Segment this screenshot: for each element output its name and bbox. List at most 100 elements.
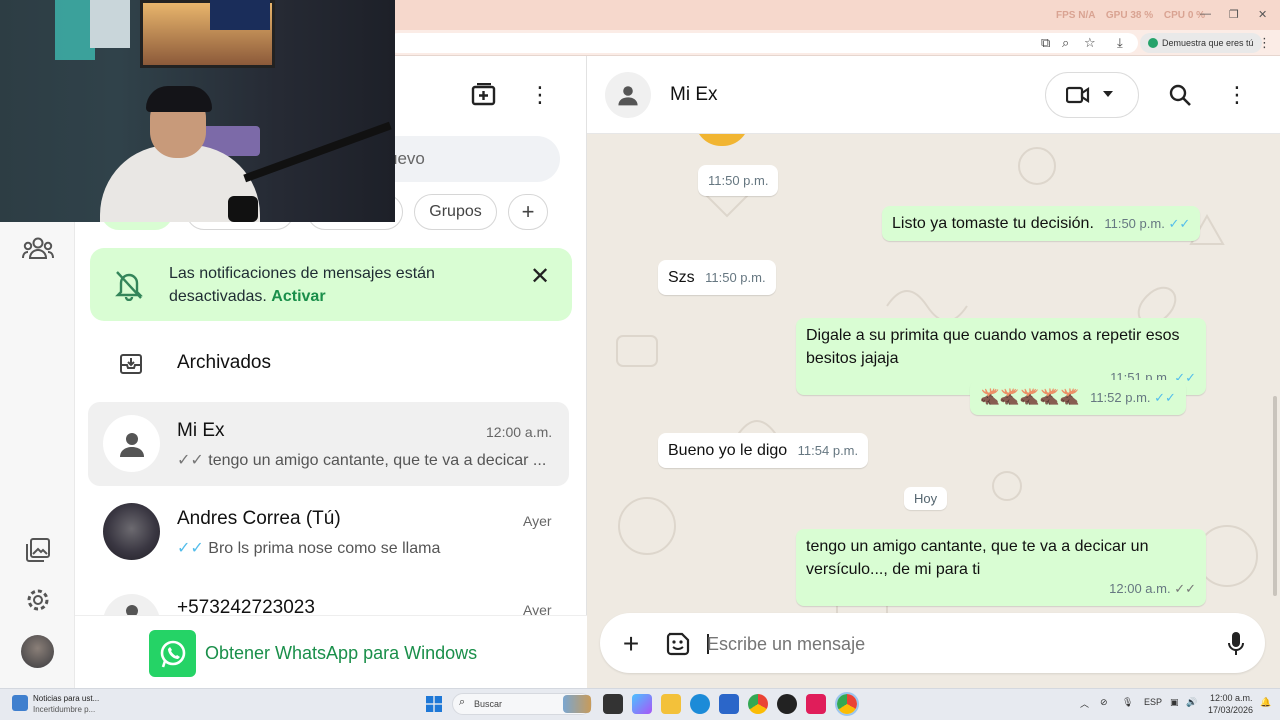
whatsapp-logo-icon [149,630,196,677]
notification-message: Las notificaciones de mensajes están des… [169,262,499,308]
taskbar-search-label: Buscar [474,699,503,709]
profile-avatar[interactable] [21,635,54,668]
contact-avatar[interactable] [605,72,651,118]
message-outgoing: Listo ya tomaste tu decisión. 11:50 p.m.… [882,206,1201,241]
chat-name: Andres Correa (Tú) [177,508,341,529]
contact-photo [103,503,160,560]
message-text: Listo ya tomaste tu decisión. [892,215,1094,232]
capcut-icon[interactable] [806,694,826,714]
search-icon[interactable] [1167,82,1193,108]
minimize-icon[interactable]: — [1200,8,1211,20]
zoom-icon[interactable]: ⌕ [1062,35,1069,51]
video-camera-icon [1065,84,1091,106]
store-icon[interactable] [719,694,739,714]
tray-app-icon[interactable]: ⊘ [1100,697,1108,708]
filter-chip-groups[interactable]: Grupos [414,194,497,230]
chat-scrollbar[interactable] [1273,396,1277,596]
chat-list-menu-icon[interactable]: ⋮ [526,80,554,110]
attach-plus-icon[interactable]: + [617,628,645,659]
tray-mic-icon[interactable]: 🎙 [1122,697,1133,708]
restore-icon[interactable]: ❐ [1229,8,1239,21]
archived-label: Archivados [177,352,271,373]
chat-preview: ✓✓ Bro ls prima nose como se llama [177,538,547,558]
read-ticks-icon: ✓✓ [1154,390,1176,405]
conversation-pane: Mi Ex ⋮ 11:50 p.m. Listo ya tomaste tu d… [587,56,1280,688]
webcam-overlay [0,0,395,222]
message-input[interactable] [707,630,1207,658]
video-call-button[interactable] [1045,72,1139,118]
contact-name[interactable]: Mi Ex [670,84,718,106]
person-cap [146,86,212,112]
chat-preview-text: tengo un amigo cantante, que te va a dec… [208,452,547,469]
delivered-ticks-icon: ✓✓ [1174,581,1196,596]
message-time: 11:50 p.m. [708,173,769,188]
communities-icon[interactable] [18,232,58,264]
default-avatar [103,594,160,615]
perf-overlay: FPS N/A GPU 38 % CPU 0 % [1056,10,1205,21]
default-avatar [103,415,160,472]
tray-network-icon[interactable]: ▣ [1170,697,1179,708]
message-outgoing: tengo un amigo cantante, que te va a dec… [796,529,1206,606]
get-app-label: Obtener WhatsApp para Windows [205,643,478,663]
file-explorer-icon[interactable] [661,694,681,714]
search-input[interactable]: uevo [370,136,560,182]
verify-icon [1148,38,1158,48]
delivered-ticks-icon: ✓✓ [177,452,204,469]
close-window-icon[interactable]: ✕ [1258,8,1267,21]
chevron-down-icon[interactable] [1103,91,1113,97]
message-incoming: 11:50 p.m. [698,165,779,196]
settings-gear-icon[interactable] [22,584,54,616]
message-time: 12:00 a.m. [1109,581,1171,596]
add-filter-button[interactable]: + [508,194,548,230]
bookmark-star-icon[interactable]: ☆ [1084,35,1096,51]
chrome-icon[interactable] [748,694,768,714]
download-icon[interactable]: ⤓ [1117,35,1123,51]
chat-preview: ✓✓ tengo un amigo cantante, que te va a … [177,450,547,470]
chat-time: Ayer [523,513,552,529]
enable-notifications-link[interactable]: Activar [271,288,325,305]
chat-row-andres[interactable] [88,490,569,574]
new-chat-icon[interactable] [467,80,501,110]
message-time: 11:52 p.m. [1090,390,1151,405]
news-widget-icon[interactable] [12,695,28,711]
message-outgoing: 🫎🫎🫎🫎🫎 11:52 p.m. ✓✓ [970,380,1186,415]
read-ticks-icon: ✓✓ [177,540,204,557]
message-text: 🫎🫎🫎🫎🫎 [980,389,1080,406]
message-time: 11:50 p.m. [1104,216,1165,231]
archived-row[interactable] [88,336,569,394]
address-bar[interactable] [388,33,1138,53]
chat-menu-icon[interactable]: ⋮ [1225,80,1249,110]
news-widget-title[interactable]: Noticias para ust... [33,694,99,703]
browser-menu-icon[interactable]: ⋮ [1258,35,1271,51]
notification-bell-icon[interactable]: 🔔 [1260,697,1271,708]
task-view-icon[interactable] [603,694,623,714]
windows-start-icon[interactable] [426,696,442,712]
date-divider: Hoy [904,487,948,510]
sticker-emoji-icon[interactable] [663,629,693,659]
chat-row-mi-ex[interactable] [88,402,569,486]
read-ticks-icon: ✓✓ [1168,216,1191,231]
edge-icon[interactable] [690,694,710,714]
news-widget-subtitle: Incertidumbre p... [33,705,96,714]
close-banner-icon[interactable]: ✕ [526,262,554,290]
chat-preview-text: Bro ls prima nose como se llama [208,540,441,557]
tray-clock-date[interactable]: 17/03/2026 [1208,705,1253,715]
copilot-icon[interactable] [632,694,652,714]
microphone-icon[interactable] [1223,630,1249,658]
tray-clock-time[interactable]: 12:00 a.m. [1210,693,1253,703]
notifications-off-icon [112,268,146,302]
tray-language[interactable]: ESP [1144,697,1162,707]
steam-icon[interactable] [777,694,797,714]
fps-value: N/A [1078,10,1096,21]
install-app-icon[interactable]: ⧉ [1041,35,1050,51]
message-text: Digale a su primita que cuando vamos a r… [806,327,1180,367]
chrome-active-icon[interactable] [835,692,859,716]
media-gallery-icon[interactable] [22,534,54,566]
chat-row-phone[interactable] [88,582,569,615]
filter-chip-label: Grupos [429,203,482,220]
chat-name: Mi Ex [177,420,225,441]
tray-volume-icon[interactable]: 🔊 [1186,697,1197,708]
fps-label: FPS [1056,10,1076,21]
tray-overflow-icon[interactable]: ︿ [1080,697,1089,710]
verify-identity-chip[interactable]: Demuestra que eres tú [1140,33,1262,53]
